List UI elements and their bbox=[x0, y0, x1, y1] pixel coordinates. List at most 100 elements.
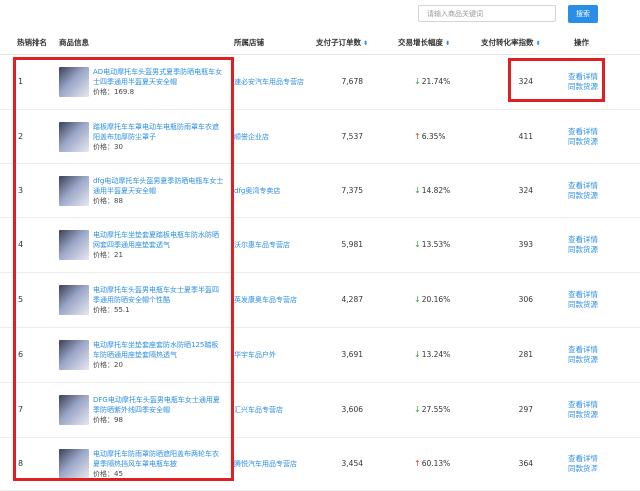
arrow-down-icon: ↓ bbox=[414, 77, 421, 86]
product-name-link[interactable]: DFG电动摩托车头盔男电瓶车女士通用夏季防晒紫外线四季安全帽 bbox=[93, 395, 225, 415]
product-name-link[interactable]: AD电动摩托车头盔男式夏季防晒电瓶车女士四季通用半盔夏天安全帽 bbox=[93, 67, 225, 87]
same-source-link[interactable]: 同款货源 bbox=[568, 355, 598, 365]
product-info: 电动摩托车防雨罩防晒遮阳盖布两轮车衣夏季隔热挡风车罩电瓶车披 价格：45 bbox=[93, 449, 225, 479]
price-label: 价格： bbox=[93, 361, 114, 369]
product-name-link[interactable]: 电动摩托车头盔男电瓶车女士夏季半盔四季通用防晒安全帽个性酷 bbox=[93, 285, 225, 305]
view-details-link[interactable]: 查看详情 bbox=[568, 72, 598, 82]
orders-cell: 3,606 bbox=[341, 405, 363, 414]
growth-cell: ↓14.82% bbox=[414, 186, 450, 195]
product-thumbnail[interactable] bbox=[59, 340, 89, 370]
product-thumbnail[interactable] bbox=[59, 395, 89, 425]
price-label: 价格： bbox=[93, 306, 114, 314]
same-source-link[interactable]: 同款货源 bbox=[568, 300, 598, 310]
conversion-cell: 324 bbox=[518, 185, 533, 195]
header-growth-label: 交易增长幅度 bbox=[398, 38, 443, 47]
table-row: 4 电动摩托车坐垫套夏踏板电瓶车防水防晒网套四季通用座垫套透气 价格：21 沃尔惠车品… bbox=[0, 218, 640, 273]
product-info: 电动摩托车坐垫套夏踏板电瓶车防水防晒网套四季通用座垫套透气 价格：21 bbox=[93, 230, 225, 260]
shop-link[interactable]: dfg奥湾专卖店 bbox=[234, 186, 310, 196]
header-conversion-label: 支付转化率指数 bbox=[481, 38, 534, 47]
product-name-link[interactable]: 电动摩托车坐垫套夏踏板电瓶车防水防晒网套四季通用座垫套透气 bbox=[93, 230, 225, 250]
product-info: DFG电动摩托车头盔男电瓶车女士通用夏季防晒紫外线四季安全帽 价格：98 bbox=[93, 395, 225, 425]
price-value: 30 bbox=[114, 142, 123, 151]
shop-link[interactable]: 华宇车品户外 bbox=[234, 350, 310, 360]
product-name-link[interactable]: 电动摩托车防雨罩防晒遮阳盖布两轮车衣夏季隔热挡风车罩电瓶车披 bbox=[93, 449, 225, 469]
view-details-link[interactable]: 查看详情 bbox=[568, 400, 598, 410]
growth-cell: ↓13.24% bbox=[414, 350, 450, 359]
search-input[interactable] bbox=[418, 5, 556, 22]
orders-cell: 4,287 bbox=[341, 295, 363, 304]
header-shop: 所属店铺 bbox=[234, 38, 264, 47]
product-info: AD电动摩托车头盔男式夏季防晒电瓶车女士四季通用半盔夏天安全帽 价格：169.8 bbox=[93, 67, 225, 97]
arrow-down-icon: ↓ bbox=[414, 185, 421, 195]
table-row: 8 电动摩托车防雨罩防晒遮阳盖布两轮车衣夏季隔热挡风车罩电瓶车披 价格：45 腾悦汽车… bbox=[0, 438, 640, 491]
growth-cell: ↓27.55% bbox=[414, 405, 450, 414]
product-name-link[interactable]: dfg电动摩托车头盔男夏季防晒电瓶车女士通用半盔夏天安全帽 bbox=[93, 176, 225, 196]
price-value: 20 bbox=[114, 361, 123, 369]
orders-cell: 7,537 bbox=[341, 131, 363, 141]
search-button[interactable]: 搜索 bbox=[568, 5, 598, 23]
price-label: 价格： bbox=[93, 142, 114, 151]
same-source-link[interactable]: 同款货源 bbox=[568, 410, 598, 420]
arrow-up-icon: ↑ bbox=[414, 459, 421, 468]
view-details-link[interactable]: 查看详情 bbox=[568, 181, 598, 191]
ops-cell: 查看详情 同款货源 bbox=[568, 181, 598, 201]
ops-cell: 查看详情 同款货源 bbox=[568, 127, 598, 147]
same-source-link[interactable]: 同款货源 bbox=[568, 82, 598, 92]
product-thumbnail[interactable] bbox=[59, 121, 89, 152]
growth-value: 21.74% bbox=[421, 77, 451, 86]
product-price: 价格：55.1 bbox=[93, 305, 225, 315]
product-price: 价格：88 bbox=[93, 196, 225, 206]
view-details-link[interactable]: 查看详情 bbox=[568, 235, 598, 245]
price-value: 88 bbox=[114, 196, 123, 205]
table-row: 5 电动摩托车头盔男电瓶车女士夏季半盔四季通用防晒安全帽个性酷 价格：55.1 英发康… bbox=[0, 273, 640, 328]
price-value: 98 bbox=[114, 416, 123, 424]
same-source-link[interactable]: 同款货源 bbox=[568, 191, 598, 201]
rank-cell: 2 bbox=[18, 131, 24, 141]
same-source-link[interactable]: 同款货源 bbox=[568, 245, 598, 255]
product-price: 价格：169.8 bbox=[93, 87, 225, 97]
shop-link[interactable]: 腾悦汽车用品专营店 bbox=[234, 459, 310, 469]
same-source-link[interactable]: 同款货源 bbox=[568, 137, 598, 147]
sort-icon: ⬍ bbox=[535, 40, 541, 47]
table-row: 1 AD电动摩托车头盔男式夏季防晒电瓶车女士四季通用半盔夏天安全帽 价格：169.8… bbox=[0, 55, 640, 110]
growth-value: 13.24% bbox=[421, 350, 451, 359]
shop-link[interactable]: 沃尔惠车品专营店 bbox=[234, 240, 310, 250]
header-growth[interactable]: 交易增长幅度 ⬍ bbox=[398, 32, 450, 54]
shop-link[interactable]: 速必安汽车用品专营店 bbox=[234, 77, 310, 87]
product-thumbnail[interactable] bbox=[59, 230, 89, 260]
shop-link[interactable]: 英发康奥车品专营店 bbox=[234, 295, 310, 305]
product-name-link[interactable]: 踏板摩托车车罩电动车电瓶防雨罩车衣遮阳盖布加厚防尘罩子 bbox=[93, 122, 225, 142]
price-label: 价格： bbox=[93, 88, 114, 96]
product-thumbnail[interactable] bbox=[59, 175, 89, 206]
header-orders[interactable]: 支付子订单数 ⬍ bbox=[316, 32, 368, 54]
ops-cell: 查看详情 同款货源 bbox=[568, 72, 598, 92]
shop-link[interactable]: 汇兴车品专营店 bbox=[234, 405, 310, 415]
rank-cell: 1 bbox=[18, 77, 24, 86]
ops-cell: 查看详情 同款货源 bbox=[568, 235, 598, 255]
product-info: 电动摩托车坐垫套座套防水防晒125踏板车防晒通用座垫套隔热透气 价格：20 bbox=[93, 340, 225, 370]
view-details-link[interactable]: 查看详情 bbox=[568, 290, 598, 300]
watermark: 佳) bbox=[588, 457, 609, 475]
view-details-link[interactable]: 查看详情 bbox=[568, 345, 598, 355]
header-conversion[interactable]: 支付转化率指数 ⬍ bbox=[481, 32, 541, 54]
ops-cell: 查看详情 同款货源 bbox=[568, 290, 598, 310]
table-row: 3 dfg电动摩托车头盔男夏季防晒电瓶车女士通用半盔夏天安全帽 价格：88 dfg奥湾… bbox=[0, 164, 640, 218]
product-thumbnail[interactable] bbox=[59, 285, 89, 315]
table-body: 1 AD电动摩托车头盔男式夏季防晒电瓶车女士四季通用半盔夏天安全帽 价格：169.8… bbox=[0, 55, 640, 491]
header-ops: 操作 bbox=[574, 38, 589, 47]
orders-cell: 3,691 bbox=[341, 350, 363, 359]
conversion-cell: 306 bbox=[518, 295, 533, 304]
product-thumbnail[interactable] bbox=[59, 449, 89, 479]
price-value: 169.8 bbox=[114, 88, 135, 96]
view-details-link[interactable]: 查看详情 bbox=[568, 127, 598, 137]
product-price: 价格：45 bbox=[93, 469, 225, 479]
rank-cell: 3 bbox=[18, 185, 24, 195]
table-row: 2 踏板摩托车车罩电动车电瓶防雨罩车衣遮阳盖布加厚防尘罩子 价格：30 顺誉企业店 7,… bbox=[0, 110, 640, 164]
shop-link[interactable]: 顺誉企业店 bbox=[234, 132, 310, 142]
growth-value: 20.16% bbox=[421, 295, 451, 304]
product-price: 价格：20 bbox=[93, 360, 225, 370]
product-name-link[interactable]: 电动摩托车坐垫套座套防水防晒125踏板车防晒通用座垫套隔热透气 bbox=[93, 340, 225, 360]
ops-cell: 查看详情 同款货源 bbox=[568, 400, 598, 420]
product-thumbnail[interactable] bbox=[59, 67, 89, 97]
product-price: 价格：98 bbox=[93, 415, 225, 425]
